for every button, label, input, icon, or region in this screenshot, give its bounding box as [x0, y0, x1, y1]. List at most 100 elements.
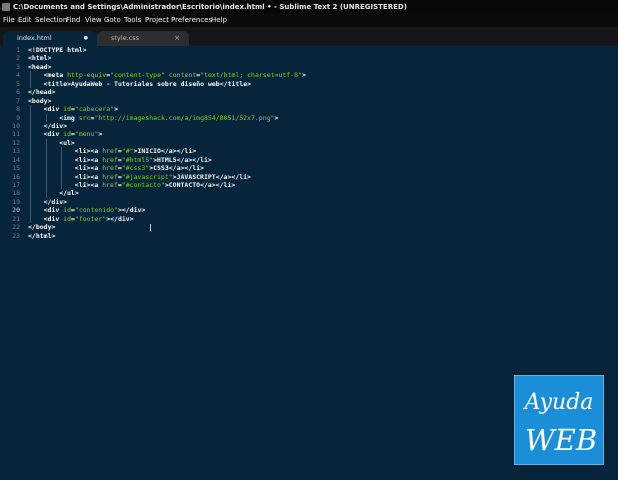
line-number: 16: [12, 172, 20, 181]
line-number: 14: [12, 155, 20, 164]
code-text: CSS3: [153, 164, 169, 173]
code-line[interactable]: </div>: [28, 197, 306, 207]
line-number: 6: [16, 88, 20, 97]
line-number: 5: [16, 79, 20, 88]
indent-guide: [45, 155, 47, 165]
menu-selection[interactable]: Selection: [35, 14, 67, 27]
code-line[interactable]: <body>: [28, 97, 306, 105]
code-line[interactable]: <li><a href="#">INICIO</a></li>: [28, 147, 306, 156]
code-text: HTML5: [157, 155, 177, 164]
code-tag: <li><a: [74, 181, 103, 189]
window-titlebar: C:\Documents and Settings\Administrador\…: [0, 0, 618, 14]
code-attribute: content: [168, 71, 197, 80]
code-tag: <img: [59, 113, 79, 122]
code-tag: </html>: [28, 231, 56, 240]
code-tag: <div: [43, 105, 64, 114]
indent-guide: [30, 189, 31, 198]
menu-edit[interactable]: Edit: [18, 14, 32, 27]
line-number: 22: [12, 223, 20, 232]
line-number: 18: [12, 189, 20, 198]
indent-guide: [45, 172, 47, 181]
code-line[interactable]: <title>AyudaWeb - Tutoriales sobre diseñ…: [28, 79, 306, 89]
code-string: "#css3": [121, 164, 150, 173]
code-line[interactable]: <meta http-equiv="content-type" content=…: [28, 71, 306, 80]
menu-project[interactable]: Project: [145, 14, 169, 27]
menu-preferences[interactable]: Preferences: [171, 14, 212, 27]
code-line[interactable]: <div id="contenido"></div>: [28, 206, 306, 215]
code-line[interactable]: <ul>: [28, 138, 306, 148]
code-line[interactable]: <!DOCTYPE html>: [28, 46, 306, 54]
code-tag: </div>: [43, 121, 68, 130]
code-line[interactable]: <li><a href="#contacto">CONTACTO</a></li…: [28, 181, 306, 190]
line-number: 4: [16, 71, 20, 80]
code-line[interactable]: <div id="menu">: [28, 130, 306, 139]
code-line[interactable]: <html>: [28, 54, 306, 62]
indent-guide: [30, 105, 31, 114]
line-number-gutter: 1 2 3 4 5 6 7 8 9 10 11 12 13 14 15 16 17 18 19 20 21 22 23: [0, 46, 20, 240]
tab-index-html[interactable]: index.html ●: [3, 31, 97, 46]
indent-guide: [61, 172, 63, 181]
code-text: CONTACTO: [168, 181, 201, 189]
code-line[interactable]: </head>: [28, 88, 306, 96]
text-cursor-icon: I: [149, 223, 152, 234]
menu-file[interactable]: File: [3, 14, 15, 27]
code-tag: <html>: [28, 54, 52, 63]
logo-word-web: WEB: [525, 423, 597, 457]
code-tag: </body>: [28, 223, 56, 232]
line-number: 8: [16, 105, 20, 114]
close-icon[interactable]: ×: [174, 31, 180, 46]
code-line[interactable]: </body>: [28, 223, 306, 231]
indent-guide: [61, 155, 63, 165]
line-number: 20: [12, 206, 20, 215]
indent-guide: [30, 79, 31, 89]
line-number: 12: [12, 138, 20, 147]
code-line[interactable]: <li><a href="#javascript">JAVASCRIPT</a>…: [28, 172, 306, 181]
indent-guide: [30, 121, 31, 131]
code-line[interactable]: </div>: [28, 121, 306, 131]
line-number: 9: [16, 113, 20, 122]
code-tag: </a></li>: [215, 172, 251, 181]
menu-view[interactable]: View: [85, 14, 102, 27]
code-line[interactable]: <li><a href="#html5">HTML5</a></li>: [28, 155, 306, 165]
code-attribute: href: [102, 181, 118, 189]
indent-guide: [30, 155, 31, 165]
menu-tools[interactable]: Tools: [124, 14, 141, 27]
code-string: "#javascript": [121, 172, 173, 181]
code-tag: <title>: [43, 79, 71, 88]
line-number: 7: [16, 96, 20, 105]
code-editor[interactable]: <!DOCTYPE html> <html> <head> <meta http-eq…: [28, 46, 306, 240]
indent-guide: [30, 172, 31, 181]
code-tag: <head>: [28, 62, 52, 71]
code-line[interactable]: </ul>: [28, 189, 306, 198]
menu-goto[interactable]: Goto: [104, 14, 121, 27]
code-string: "#html5": [121, 155, 154, 164]
code-tag: ></div>: [117, 206, 146, 215]
code-tag: </a></li>: [176, 155, 212, 164]
code-attribute: src: [78, 113, 91, 122]
code-tag: <!DOCTYPE html>: [28, 46, 87, 54]
indent-guide: [61, 147, 63, 156]
menu-find[interactable]: Find: [66, 14, 80, 27]
code-line[interactable]: <head>: [28, 63, 306, 71]
indent-guide: [61, 164, 63, 173]
unsaved-dot-icon[interactable]: ●: [84, 31, 88, 46]
code-string: "contenido": [74, 206, 118, 215]
code-tag: ></div>: [106, 214, 134, 223]
indent-guide: [45, 147, 47, 156]
line-number: 3: [16, 62, 20, 71]
code-line[interactable]: <li><a href="#css3">CSS3</a></li>: [28, 164, 306, 173]
tab-label: style.css: [111, 34, 139, 42]
line-number: 2: [16, 54, 20, 63]
menu-help[interactable]: Help: [211, 14, 227, 27]
code-string: "http://imageshack.com/a/img854/8051/52x…: [94, 113, 275, 122]
code-line[interactable]: <div id="footer"></div>: [28, 214, 306, 224]
code-line[interactable]: <div id="cabecera">: [28, 105, 306, 114]
indent-guide: [30, 113, 31, 122]
code-string: "#contacto": [121, 181, 165, 189]
code-line[interactable]: <img src="http://imageshack.com/a/img854…: [28, 113, 306, 122]
indent-guide: [30, 130, 31, 139]
code-text: JAVASCRIPT: [176, 172, 216, 181]
tab-style-css[interactable]: style.css ×: [97, 31, 189, 46]
line-number: 13: [12, 147, 20, 156]
code-line[interactable]: </html>: [28, 232, 306, 240]
